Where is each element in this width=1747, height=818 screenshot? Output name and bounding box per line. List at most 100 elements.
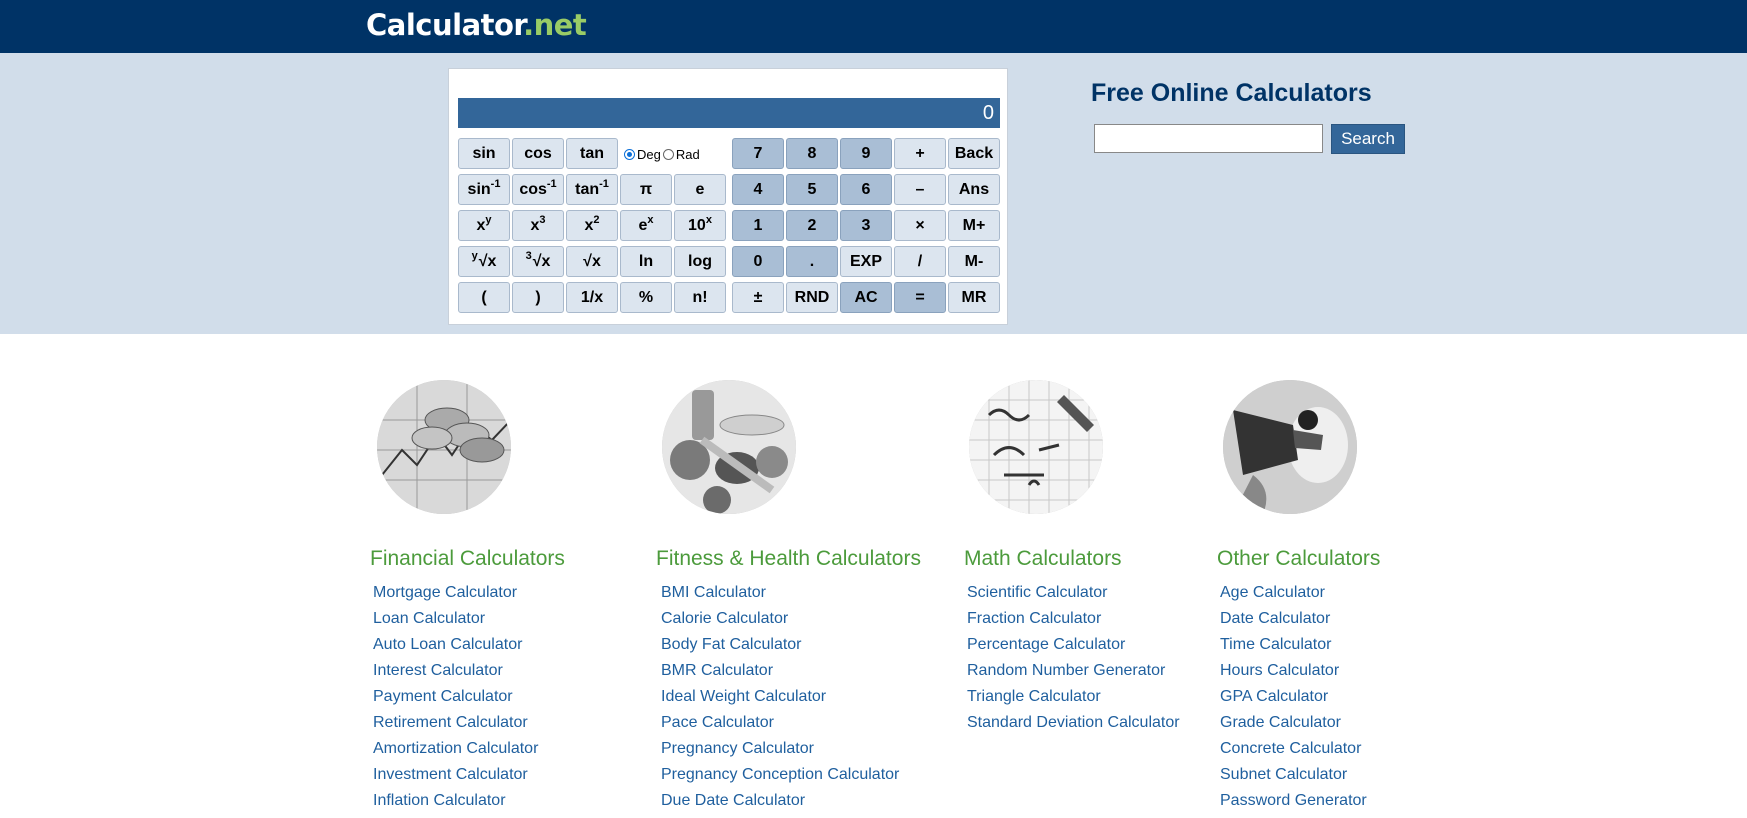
log-key[interactable]: log bbox=[674, 246, 726, 277]
key-3[interactable]: 3 bbox=[840, 210, 892, 241]
healthy-food-image[interactable] bbox=[662, 380, 796, 514]
link-auto-loan-calculator[interactable]: Auto Loan Calculator bbox=[373, 636, 538, 662]
rad-radio[interactable] bbox=[662, 148, 674, 160]
sqrt-key[interactable]: √x bbox=[566, 246, 618, 277]
link-hours-calculator[interactable]: Hours Calculator bbox=[1220, 662, 1367, 688]
link-mortgage-calculator[interactable]: Mortgage Calculator bbox=[373, 584, 538, 610]
link-date-calculator[interactable]: Date Calculator bbox=[1220, 610, 1367, 636]
minus-key[interactable]: – bbox=[894, 174, 946, 205]
category-title: Other Calculators bbox=[1217, 547, 1381, 570]
fuel-pump-image[interactable] bbox=[1223, 380, 1357, 514]
link-concrete-calculator[interactable]: Concrete Calculator bbox=[1220, 740, 1367, 766]
link-due-date-calculator[interactable]: Due Date Calculator bbox=[661, 792, 899, 818]
logo-main: Calculator bbox=[366, 8, 524, 42]
coins-chart-image[interactable] bbox=[377, 380, 511, 514]
key-1[interactable]: 1 bbox=[732, 210, 784, 241]
link-standard-deviation-calculator[interactable]: Standard Deviation Calculator bbox=[967, 714, 1180, 740]
equals-key[interactable]: = bbox=[894, 282, 946, 313]
search-button[interactable]: Search bbox=[1331, 124, 1405, 154]
cube-key[interactable]: x3 bbox=[512, 210, 564, 241]
memory-add-key[interactable]: M+ bbox=[948, 210, 1000, 241]
search-input[interactable] bbox=[1094, 124, 1323, 153]
link-pregnancy-calculator[interactable]: Pregnancy Calculator bbox=[661, 740, 899, 766]
ten-power-key[interactable]: 10x bbox=[674, 210, 726, 241]
site-logo[interactable]: Calculator.net bbox=[366, 8, 587, 42]
plus-key[interactable]: + bbox=[894, 138, 946, 169]
link-percentage-calculator[interactable]: Percentage Calculator bbox=[967, 636, 1180, 662]
plus-minus-key[interactable]: ± bbox=[732, 282, 784, 313]
link-investment-calculator[interactable]: Investment Calculator bbox=[373, 766, 538, 792]
deg-radio[interactable] bbox=[624, 148, 635, 160]
link-random-number-generator[interactable]: Random Number Generator bbox=[967, 662, 1180, 688]
link-password-generator[interactable]: Password Generator bbox=[1220, 792, 1367, 818]
factorial-key[interactable]: n! bbox=[674, 282, 726, 313]
link-grade-calculator[interactable]: Grade Calculator bbox=[1220, 714, 1367, 740]
link-payment-calculator[interactable]: Payment Calculator bbox=[373, 688, 538, 714]
cos-key[interactable]: cos bbox=[512, 138, 564, 169]
page-title: Free Online Calculators bbox=[1091, 79, 1372, 107]
link-pace-calculator[interactable]: Pace Calculator bbox=[661, 714, 899, 740]
key-2[interactable]: 2 bbox=[786, 210, 838, 241]
power-key[interactable]: xy bbox=[458, 210, 510, 241]
link-fraction-calculator[interactable]: Fraction Calculator bbox=[967, 610, 1180, 636]
tan-key[interactable]: tan bbox=[566, 138, 618, 169]
ans-key[interactable]: Ans bbox=[948, 174, 1000, 205]
sin-key[interactable]: sin bbox=[458, 138, 510, 169]
left-paren-key[interactable]: ( bbox=[458, 282, 510, 313]
ln-key[interactable]: ln bbox=[620, 246, 672, 277]
cube-root-key[interactable]: 3√x bbox=[512, 246, 564, 277]
reciprocal-key[interactable]: 1/x bbox=[566, 282, 618, 313]
acos-key[interactable]: cos-1 bbox=[512, 174, 564, 205]
link-bmi-calculator[interactable]: BMI Calculator bbox=[661, 584, 899, 610]
back-key[interactable]: Back bbox=[948, 138, 1000, 169]
percent-key[interactable]: % bbox=[620, 282, 672, 313]
atan-key[interactable]: tan-1 bbox=[566, 174, 618, 205]
nth-root-key[interactable]: y√x bbox=[458, 246, 510, 277]
key-5[interactable]: 5 bbox=[786, 174, 838, 205]
ten-power-base: 10 bbox=[688, 217, 706, 234]
key-6[interactable]: 6 bbox=[840, 174, 892, 205]
link-triangle-calculator[interactable]: Triangle Calculator bbox=[967, 688, 1180, 714]
link-interest-calculator[interactable]: Interest Calculator bbox=[373, 662, 538, 688]
math-formula-image[interactable] bbox=[969, 380, 1103, 514]
key-7[interactable]: 7 bbox=[732, 138, 784, 169]
key-8[interactable]: 8 bbox=[786, 138, 838, 169]
link-age-calculator[interactable]: Age Calculator bbox=[1220, 584, 1367, 610]
pi-key[interactable]: π bbox=[620, 174, 672, 205]
random-key[interactable]: RND bbox=[786, 282, 838, 313]
link-calorie-calculator[interactable]: Calorie Calculator bbox=[661, 610, 899, 636]
link-body-fat-calculator[interactable]: Body Fat Calculator bbox=[661, 636, 899, 662]
category-link-list: BMI Calculator Calorie Calculator Body F… bbox=[661, 584, 899, 818]
e-key[interactable]: e bbox=[674, 174, 726, 205]
calculator-display: 0 bbox=[458, 98, 1000, 128]
category-link-list: Scientific Calculator Fraction Calculato… bbox=[967, 584, 1180, 740]
clear-key[interactable]: AC bbox=[840, 282, 892, 313]
link-loan-calculator[interactable]: Loan Calculator bbox=[373, 610, 538, 636]
link-gpa-calculator[interactable]: GPA Calculator bbox=[1220, 688, 1367, 714]
asin-key[interactable]: sin-1 bbox=[458, 174, 510, 205]
link-ideal-weight-calculator[interactable]: Ideal Weight Calculator bbox=[661, 688, 899, 714]
memory-subtract-key[interactable]: M- bbox=[948, 246, 1000, 277]
decimal-key[interactable]: . bbox=[786, 246, 838, 277]
cube-exponent: 3 bbox=[539, 214, 546, 226]
link-retirement-calculator[interactable]: Retirement Calculator bbox=[373, 714, 538, 740]
link-subnet-calculator[interactable]: Subnet Calculator bbox=[1220, 766, 1367, 792]
link-pregnancy-conception-calculator[interactable]: Pregnancy Conception Calculator bbox=[661, 766, 899, 792]
key-0[interactable]: 0 bbox=[732, 246, 784, 277]
site-header: Calculator.net bbox=[0, 0, 1747, 53]
link-bmr-calculator[interactable]: BMR Calculator bbox=[661, 662, 899, 688]
divide-key[interactable]: / bbox=[894, 246, 946, 277]
exp-key[interactable]: EXP bbox=[840, 246, 892, 277]
link-amortization-calculator[interactable]: Amortization Calculator bbox=[373, 740, 538, 766]
multiply-key[interactable]: × bbox=[894, 210, 946, 241]
key-9[interactable]: 9 bbox=[840, 138, 892, 169]
exp-e-key[interactable]: ex bbox=[620, 210, 672, 241]
square-key[interactable]: x2 bbox=[566, 210, 618, 241]
key-4[interactable]: 4 bbox=[732, 174, 784, 205]
link-time-calculator[interactable]: Time Calculator bbox=[1220, 636, 1367, 662]
memory-recall-key[interactable]: MR bbox=[948, 282, 1000, 313]
right-paren-key[interactable]: ) bbox=[512, 282, 564, 313]
inverse-exponent: -1 bbox=[546, 178, 557, 190]
link-inflation-calculator[interactable]: Inflation Calculator bbox=[373, 792, 538, 818]
link-scientific-calculator[interactable]: Scientific Calculator bbox=[967, 584, 1180, 610]
